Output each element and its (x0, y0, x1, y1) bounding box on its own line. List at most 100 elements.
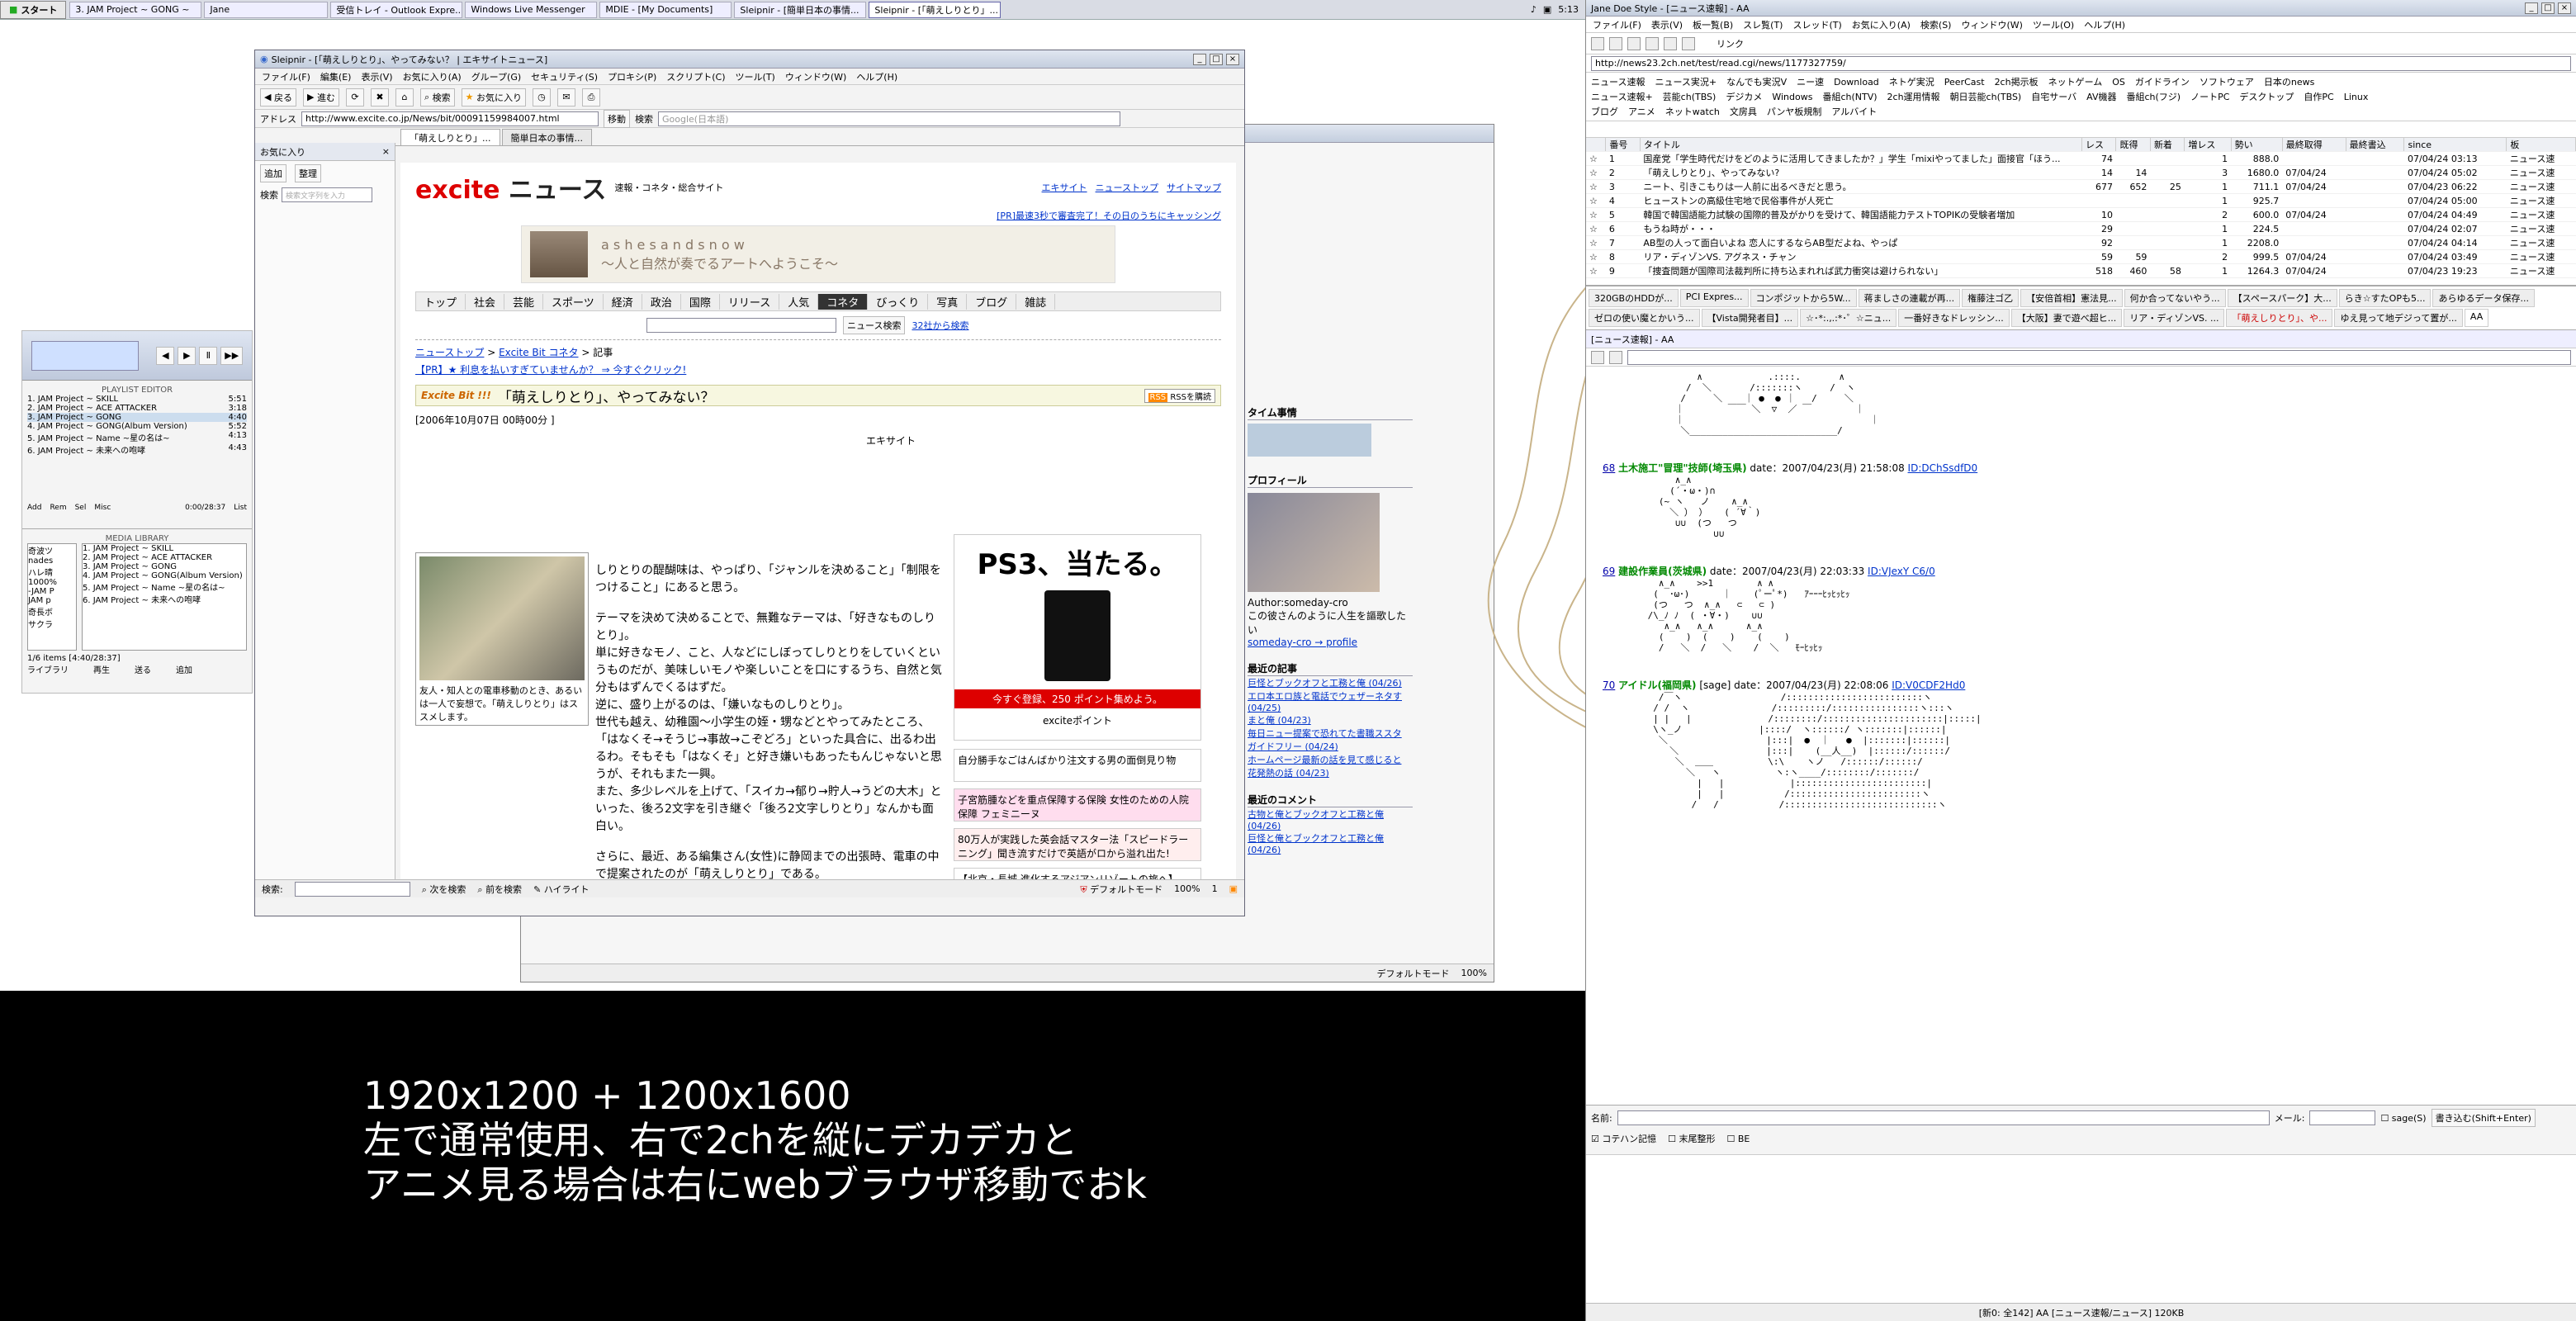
board-link[interactable]: ニュース速報+ (1586, 89, 1658, 104)
star-icon[interactable]: ☆ (1586, 221, 1606, 236)
thread-col-header[interactable]: 増レス (2184, 138, 2232, 152)
menu-item-4[interactable]: グループ(G) (471, 70, 521, 83)
kotehan-checkbox[interactable]: ☑ コテハン記憶 (1591, 1132, 1656, 1145)
board-link[interactable]: 朝日芸能ch(TBS) (1945, 89, 2027, 104)
playlist-item[interactable]: 5. JAM Project ~ Name ~星の名は~ 4:13 (27, 431, 247, 443)
board-link[interactable]: ニュース速報 (1586, 74, 1650, 89)
play-icon[interactable]: ▶ (178, 346, 197, 365)
recent-item[interactable]: 毎日ニュー提案で恐れてた書職ススタ (1248, 727, 1413, 740)
taskbar-item-messenger[interactable]: Windows Live Messenger (465, 1, 598, 18)
start-button[interactable]: ■ スタート (0, 0, 67, 19)
jane-menu-item-6[interactable]: 検索(S) (1920, 18, 1952, 31)
thread-tab[interactable]: 【スペースパーク】大... (2227, 289, 2337, 307)
playlist-item[interactable]: 2. JAM Project ~ ACE ATTACKER 3:18 (27, 404, 247, 413)
board-link[interactable]: ニー速 (1792, 74, 1829, 89)
pr2-link[interactable]: 【PR】★ 利息を払いすぎていませんか？ ⇒ 今すぐクリック! (415, 362, 1221, 376)
library-node[interactable]: JAM p (28, 596, 76, 605)
board-link[interactable]: ネットゲーム (2043, 74, 2108, 89)
profile-link[interactable]: someday-cro → profile (1248, 637, 1413, 648)
jane-menu-item-0[interactable]: ファイル(F) (1593, 18, 1641, 31)
thread-row[interactable]: ☆ 3 ニート、引きこもりは一人前に出るべきだと思う。 677 652 25 1 711.1 0… (1586, 179, 2576, 194)
thread-col-header[interactable]: 新着 (2150, 138, 2185, 152)
library-track[interactable]: 5. JAM Project ~ Name ~星の名は~ (83, 580, 246, 593)
thread-col-header[interactable]: 番号 (1605, 138, 1641, 152)
thread-col-header[interactable]: since (2403, 138, 2507, 152)
playlist-item[interactable]: 4. JAM Project ~ GONG(Album Version) 5:52 (27, 422, 247, 431)
search-button[interactable]: ⌕ 検索 (419, 88, 455, 107)
search-icon[interactable] (1664, 36, 1677, 50)
ad-item[interactable]: 子宮筋腫などを重点保障する保険 女性のための人院保障 フェミニーヌ (954, 788, 1201, 821)
zoom-level[interactable]: 100% (1174, 883, 1200, 894)
comment-item[interactable]: 古物と俺とブックオフと工務と俺 (04/26) (1248, 807, 1413, 831)
excite-link[interactable]: エキサイト (1042, 181, 1087, 194)
thread-tab[interactable]: 蒋ましさの連載が再... (1858, 289, 1961, 307)
misc-button[interactable]: Misc (94, 504, 111, 512)
next-icon[interactable]: ▶▶ (220, 346, 244, 365)
search-32-link[interactable]: 32社から検索 (912, 319, 968, 332)
close-button[interactable]: × (2558, 2, 2571, 14)
menu-item-10[interactable]: ヘルプ(H) (856, 70, 897, 83)
nav-item-9[interactable]: コネタ (818, 293, 869, 310)
thread-row[interactable]: ☆ 7 AB型の人って面白いよね 恋人にするならAB型だよね、やっぱ 92 1 2208.… (1586, 235, 2576, 250)
playlist-item[interactable]: 1. JAM Project ~ SKILL 5:51 (27, 395, 247, 404)
taskbar-item-mdie[interactable]: MDIE - [My Documents] (599, 1, 732, 18)
jane-menu-item-4[interactable]: スレッド(T) (1792, 18, 1841, 31)
thread-tab[interactable]: 「萌えしりとり」、や... (2226, 309, 2333, 327)
settings-icon[interactable] (1682, 36, 1695, 50)
home-icon[interactable]: ⌂ (395, 88, 414, 107)
board-link[interactable]: 自宅サーバ (2026, 89, 2081, 104)
board-link[interactable]: アニメ (1623, 104, 1660, 119)
jane-menu-item-9[interactable]: ヘルプ(H) (2084, 18, 2125, 31)
jane-menu-item-5[interactable]: お気に入り(A) (1852, 18, 1911, 31)
sage-checkbox[interactable]: ☐ sage(S) (2380, 1113, 2426, 1124)
board-link[interactable]: Download (1829, 74, 1884, 89)
star-icon[interactable]: ☆ (1586, 263, 1606, 278)
board-link[interactable]: Linux (2339, 89, 2374, 104)
thread-tab[interactable]: 【Vista開発者目】... (1701, 309, 1799, 327)
forward-icon[interactable] (1609, 350, 1622, 364)
library-track[interactable]: 1. JAM Project ~ SKILL (83, 544, 246, 553)
board-link[interactable]: 2ch運用情報 (1882, 89, 1945, 104)
board-link[interactable]: AV機器 (2081, 89, 2121, 104)
back-button[interactable]: ◀ 戻る (260, 88, 296, 107)
library-button[interactable]: ライブラリ (27, 663, 69, 675)
maximize-button[interactable]: □ (2541, 2, 2555, 14)
reply-textarea[interactable] (1586, 1154, 2576, 1303)
sitemap-link[interactable]: サイトマップ (1167, 181, 1221, 194)
library-node[interactable]: -JAM P (28, 587, 76, 596)
close-button[interactable]: × (1226, 53, 1239, 65)
nav-item-5[interactable]: 政治 (642, 293, 681, 310)
find-next-button[interactable]: ⌕ 次を検索 (422, 883, 466, 896)
be-checkbox[interactable]: ☐ BE (1727, 1134, 1750, 1144)
nav-item-3[interactable]: スポーツ (543, 293, 604, 310)
tab-moe-shiritori[interactable]: 「萌えしりとり」... (400, 129, 500, 145)
board-link[interactable]: ソフトウェア (2195, 74, 2259, 89)
board-link[interactable]: ネトゲ実況 (1884, 74, 1939, 89)
organize-button[interactable]: 整理 (295, 164, 321, 182)
library-list[interactable]: 1. JAM Project ~ SKILL 2. JAM Project ~ A… (82, 543, 247, 651)
star-icon[interactable]: ☆ (1586, 193, 1606, 208)
thread-tab[interactable]: 【大阪】妻で遊べ超ヒ... (2010, 309, 2123, 327)
post-68-number[interactable]: 68 (1603, 462, 1615, 474)
nav-item-10[interactable]: びっくり (868, 293, 929, 310)
news-top-link[interactable]: ニューストップ (1096, 181, 1158, 194)
bg-zoom[interactable]: 100% (1461, 968, 1487, 978)
thread-col-header[interactable]: 最終書込 (2346, 138, 2405, 152)
ad-item[interactable]: 80万人が実践した英会話マスター法「スピードラーニング」聞き流すだけで英語がロか… (954, 828, 1201, 861)
taskbar-item-jane[interactable]: Jane (204, 1, 329, 18)
add-button[interactable]: Add (27, 504, 41, 512)
star-icon[interactable]: ☆ (1586, 179, 1606, 194)
board-link[interactable]: 番組ch(フジ) (2121, 89, 2185, 104)
thread-col-header[interactable]: 板 (2506, 138, 2576, 152)
jane-menu-item-1[interactable]: 表示(V) (1651, 18, 1683, 31)
go-button[interactable]: 移動 (604, 109, 630, 128)
submit-button[interactable]: 書き込む(Shift+Enter) (2431, 1109, 2536, 1127)
ad-item[interactable]: 自分勝手なごはんばかり注文する男の面倒見り物 (954, 749, 1201, 782)
library-node[interactable]: ハレ晴 (28, 566, 76, 578)
excite-logo[interactable]: excite ニュース (415, 169, 606, 206)
pr-link[interactable]: [PR]最速3秒で審査完了！その日のうちにキャッシング (415, 209, 1221, 222)
maximize-button[interactable]: □ (1210, 53, 1223, 65)
list-button[interactable]: List (234, 504, 247, 512)
sel-button[interactable]: Sel (75, 504, 87, 512)
rss-button[interactable]: RSS RSSを購読 (1144, 388, 1215, 403)
